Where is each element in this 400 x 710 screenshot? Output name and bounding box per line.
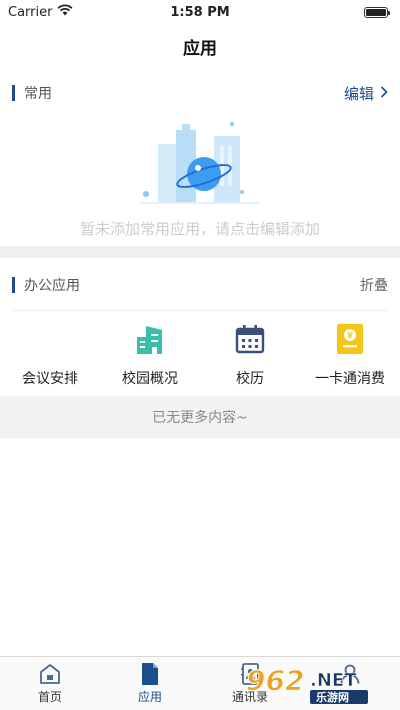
wifi-icon [57, 4, 73, 20]
meeting-icon [33, 322, 67, 356]
carrier-label: Carrier [8, 4, 53, 20]
app-label: 一卡通消费 [315, 371, 385, 387]
fold-button[interactable]: 折叠 [360, 275, 388, 295]
watermark-logo: 962 .NET 乐游网 [244, 662, 394, 706]
app-school-calendar[interactable]: 校历 [200, 322, 300, 392]
section-marker [12, 277, 15, 293]
tab-label: 首页 [37, 690, 62, 704]
svg-text:乐游网: 乐游网 [316, 690, 349, 704]
status-left: Carrier [8, 4, 73, 20]
empty-state-text: 暂未添加常用应用，请点击编辑添加 [79, 220, 320, 238]
app-label: 校历 [236, 371, 264, 387]
svg-text:962: 962 [246, 664, 304, 697]
app-label: 校园概况 [122, 371, 178, 387]
status-bar: Carrier 1:58 PM [0, 0, 400, 24]
section-divider [0, 246, 400, 258]
svg-text:.NET: .NET [310, 670, 357, 691]
home-icon [38, 662, 62, 686]
app-doc-icon [138, 662, 162, 686]
nav-bar: 应用 [0, 24, 400, 68]
tab-apps[interactable]: 应用 [100, 657, 200, 710]
common-title-wrap: 常用 [12, 83, 52, 103]
header-divider [12, 310, 388, 311]
app-meeting[interactable]: 会议安排 [0, 322, 100, 392]
common-section-header: 常用 编辑 [0, 78, 400, 108]
battery-icon [364, 6, 390, 18]
chevron-right-icon [380, 84, 388, 102]
app-label: 会议安排 [22, 371, 78, 387]
edit-label: 编辑 [343, 84, 374, 103]
edit-button[interactable]: 编辑 [344, 83, 388, 104]
app-card-payment[interactable]: 一卡通消费 [300, 322, 400, 392]
empty-city-illustration [140, 118, 260, 210]
campus-building-icon [133, 322, 167, 356]
section-marker [12, 85, 15, 101]
common-section-title: 常用 [24, 86, 52, 102]
office-app-grid: 会议安排 校园概况 校历 一卡通消费 [0, 322, 400, 392]
no-more-content: 已无更多内容~ [0, 396, 400, 438]
office-section-header: 办公应用 折叠 [0, 270, 400, 300]
calendar-icon [233, 322, 267, 356]
tab-home[interactable]: 首页 [0, 657, 100, 710]
card-payment-icon [333, 322, 367, 356]
page-title: 应用 [183, 38, 217, 59]
office-section-title: 办公应用 [24, 278, 80, 294]
app-campus-overview[interactable]: 校园概况 [100, 322, 200, 392]
office-title-wrap: 办公应用 [12, 275, 80, 295]
tab-label: 应用 [137, 690, 162, 704]
